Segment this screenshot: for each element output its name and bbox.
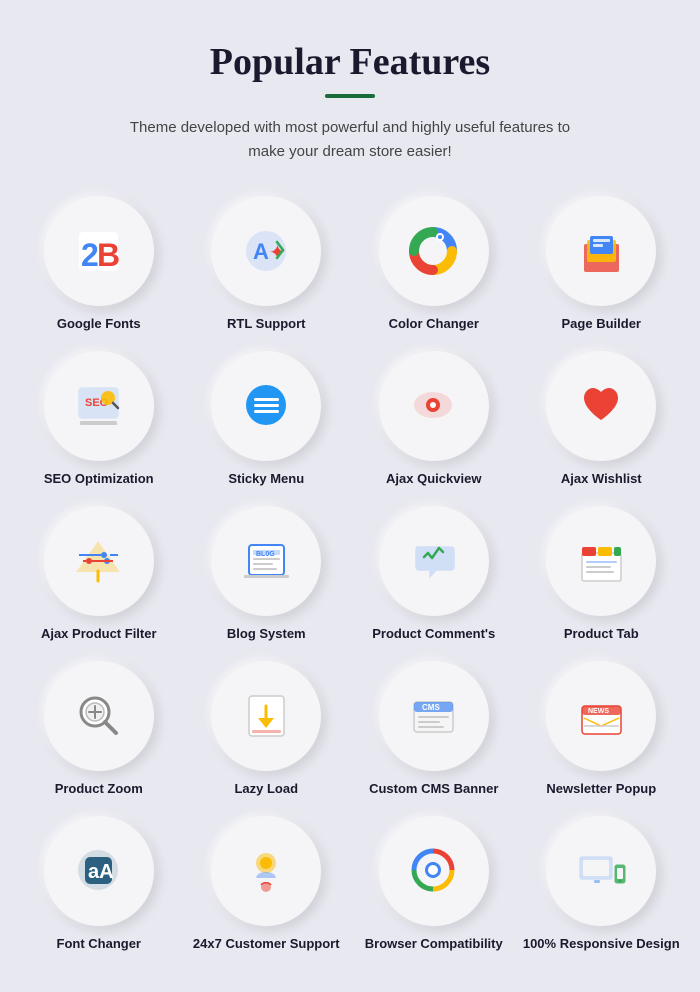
ajax-quickview-icon <box>379 351 489 461</box>
feature-item-lazy-load: Lazy Load <box>188 661 346 798</box>
feature-item-ajax-quickview: Ajax Quickview <box>355 351 513 488</box>
svg-text:A: A <box>253 239 269 264</box>
newsletter-popup-icon: NEWS <box>546 661 656 771</box>
svg-text:CMS: CMS <box>422 703 440 712</box>
feature-item-font-changer: aA Font Changer <box>20 816 178 953</box>
page-title: Popular Features <box>210 40 490 84</box>
feature-label-seo-optimization: SEO Optimization <box>44 471 154 488</box>
page-subtitle: Theme developed with most powerful and h… <box>110 116 590 164</box>
customer-support-icon <box>211 816 321 926</box>
feature-label-blog-system: Blog System <box>227 626 306 643</box>
ajax-wishlist-icon <box>546 351 656 461</box>
browser-compatibility-icon <box>379 816 489 926</box>
feature-label-responsive-design: 100% Responsive Design <box>523 936 680 953</box>
feature-label-product-tab: Product Tab <box>564 626 639 643</box>
feature-item-customer-support: 24x7 Customer Support <box>188 816 346 953</box>
feature-label-sticky-menu: Sticky Menu <box>228 471 304 488</box>
seo-optimization-icon: SEO <box>44 351 154 461</box>
feature-item-blog-system: BL0G Blog System <box>188 506 346 643</box>
feature-label-lazy-load: Lazy Load <box>234 781 298 798</box>
features-grid: 2 B Google Fonts A ✦ RTL Support Color C… <box>20 196 680 952</box>
feature-item-google-fonts: 2 B Google Fonts <box>20 196 178 333</box>
ajax-product-filter-icon <box>44 506 154 616</box>
svg-text:✦: ✦ <box>269 242 286 264</box>
feature-item-product-comments: Product Comment's <box>355 506 513 643</box>
feature-label-page-builder: Page Builder <box>562 316 641 333</box>
svg-text:aA: aA <box>88 861 114 883</box>
product-tab-icon <box>546 506 656 616</box>
feature-item-page-builder: Page Builder <box>523 196 681 333</box>
feature-item-responsive-design: 100% Responsive Design <box>523 816 681 953</box>
feature-item-browser-compatibility: Browser Compatibility <box>355 816 513 953</box>
feature-label-font-changer: Font Changer <box>57 936 142 953</box>
google-fonts-icon: 2 B <box>44 196 154 306</box>
responsive-design-icon <box>546 816 656 926</box>
feature-label-custom-cms-banner: Custom CMS Banner <box>369 781 498 798</box>
feature-item-color-changer: Color Changer <box>355 196 513 333</box>
feature-item-ajax-product-filter: Ajax Product Filter <box>20 506 178 643</box>
feature-item-ajax-wishlist: Ajax Wishlist <box>523 351 681 488</box>
product-zoom-icon <box>44 661 154 771</box>
svg-text:B: B <box>97 237 120 273</box>
feature-item-custom-cms-banner: CMS Custom CMS Banner <box>355 661 513 798</box>
feature-item-sticky-menu: Sticky Menu <box>188 351 346 488</box>
lazy-load-icon <box>211 661 321 771</box>
feature-label-customer-support: 24x7 Customer Support <box>193 936 340 953</box>
feature-label-rtl-support: RTL Support <box>227 316 305 333</box>
feature-item-seo-optimization: SEO SEO Optimization <box>20 351 178 488</box>
product-comments-icon <box>379 506 489 616</box>
sticky-menu-icon <box>211 351 321 461</box>
feature-label-product-comments: Product Comment's <box>372 626 495 643</box>
feature-label-ajax-wishlist: Ajax Wishlist <box>561 471 642 488</box>
feature-label-ajax-quickview: Ajax Quickview <box>386 471 481 488</box>
font-changer-icon: aA <box>44 816 154 926</box>
feature-label-newsletter-popup: Newsletter Popup <box>546 781 656 798</box>
color-changer-icon <box>379 196 489 306</box>
feature-item-newsletter-popup: NEWS Newsletter Popup <box>523 661 681 798</box>
feature-item-product-zoom: Product Zoom <box>20 661 178 798</box>
feature-label-ajax-product-filter: Ajax Product Filter <box>41 626 157 643</box>
feature-label-browser-compatibility: Browser Compatibility <box>365 936 503 953</box>
rtl-support-icon: A ✦ <box>211 196 321 306</box>
page-builder-icon <box>546 196 656 306</box>
title-underline <box>325 94 375 98</box>
custom-cms-banner-icon: CMS <box>379 661 489 771</box>
blog-system-icon: BL0G <box>211 506 321 616</box>
feature-item-rtl-support: A ✦ RTL Support <box>188 196 346 333</box>
feature-item-product-tab: Product Tab <box>523 506 681 643</box>
svg-text:NEWS: NEWS <box>588 708 609 715</box>
feature-label-google-fonts: Google Fonts <box>57 316 141 333</box>
feature-label-color-changer: Color Changer <box>389 316 479 333</box>
feature-label-product-zoom: Product Zoom <box>55 781 143 798</box>
svg-text:BL0G: BL0G <box>256 551 275 558</box>
